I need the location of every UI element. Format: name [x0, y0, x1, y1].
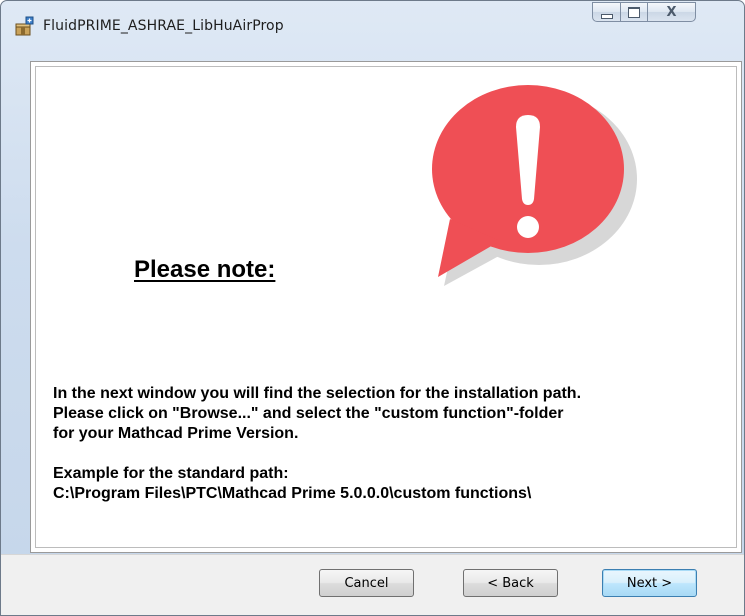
title-bar[interactable]: FluidPRIME_ASHRAE_LibHuAirProp X [1, 1, 744, 57]
cancel-button-label: Cancel [344, 575, 389, 591]
caption-buttons: X [592, 2, 696, 24]
minimize-icon [600, 13, 613, 19]
window-title: FluidPRIME_ASHRAE_LibHuAirProp [43, 18, 284, 34]
dialog-content-panel: Please note: In the next window you will… [30, 61, 742, 553]
next-button-label: Next > [626, 575, 673, 591]
paragraph-line: In the next window you will find the sel… [53, 385, 582, 402]
button-bar: Cancel < Back Next > [1, 554, 744, 615]
close-button[interactable]: X [648, 2, 696, 22]
installer-window: FluidPRIME_ASHRAE_LibHuAirProp X Please … [0, 0, 745, 616]
instructions-text: In the next window you will find the sel… [53, 384, 733, 504]
exclamation-speech-bubble-icon [432, 85, 637, 286]
maximize-icon [628, 6, 640, 18]
installer-package-icon [13, 15, 35, 37]
example-label: Example for the standard path: [53, 465, 289, 482]
maximize-button[interactable] [621, 2, 648, 22]
back-button[interactable]: < Back [463, 569, 558, 597]
next-button[interactable]: Next > [602, 569, 697, 597]
paragraph-line: Please click on "Browse..." and select t… [53, 405, 564, 422]
cancel-button[interactable]: Cancel [319, 569, 414, 597]
content-inner-frame: Please note: In the next window you will… [35, 66, 737, 548]
minimize-button[interactable] [592, 2, 621, 22]
back-button-label: < Back [487, 575, 534, 591]
example-path: C:\Program Files\PTC\Mathcad Prime 5.0.0… [53, 485, 532, 502]
paragraph-line: for your Mathcad Prime Version. [53, 425, 299, 442]
page-heading: Please note: [134, 256, 276, 283]
close-icon: X [666, 4, 677, 20]
